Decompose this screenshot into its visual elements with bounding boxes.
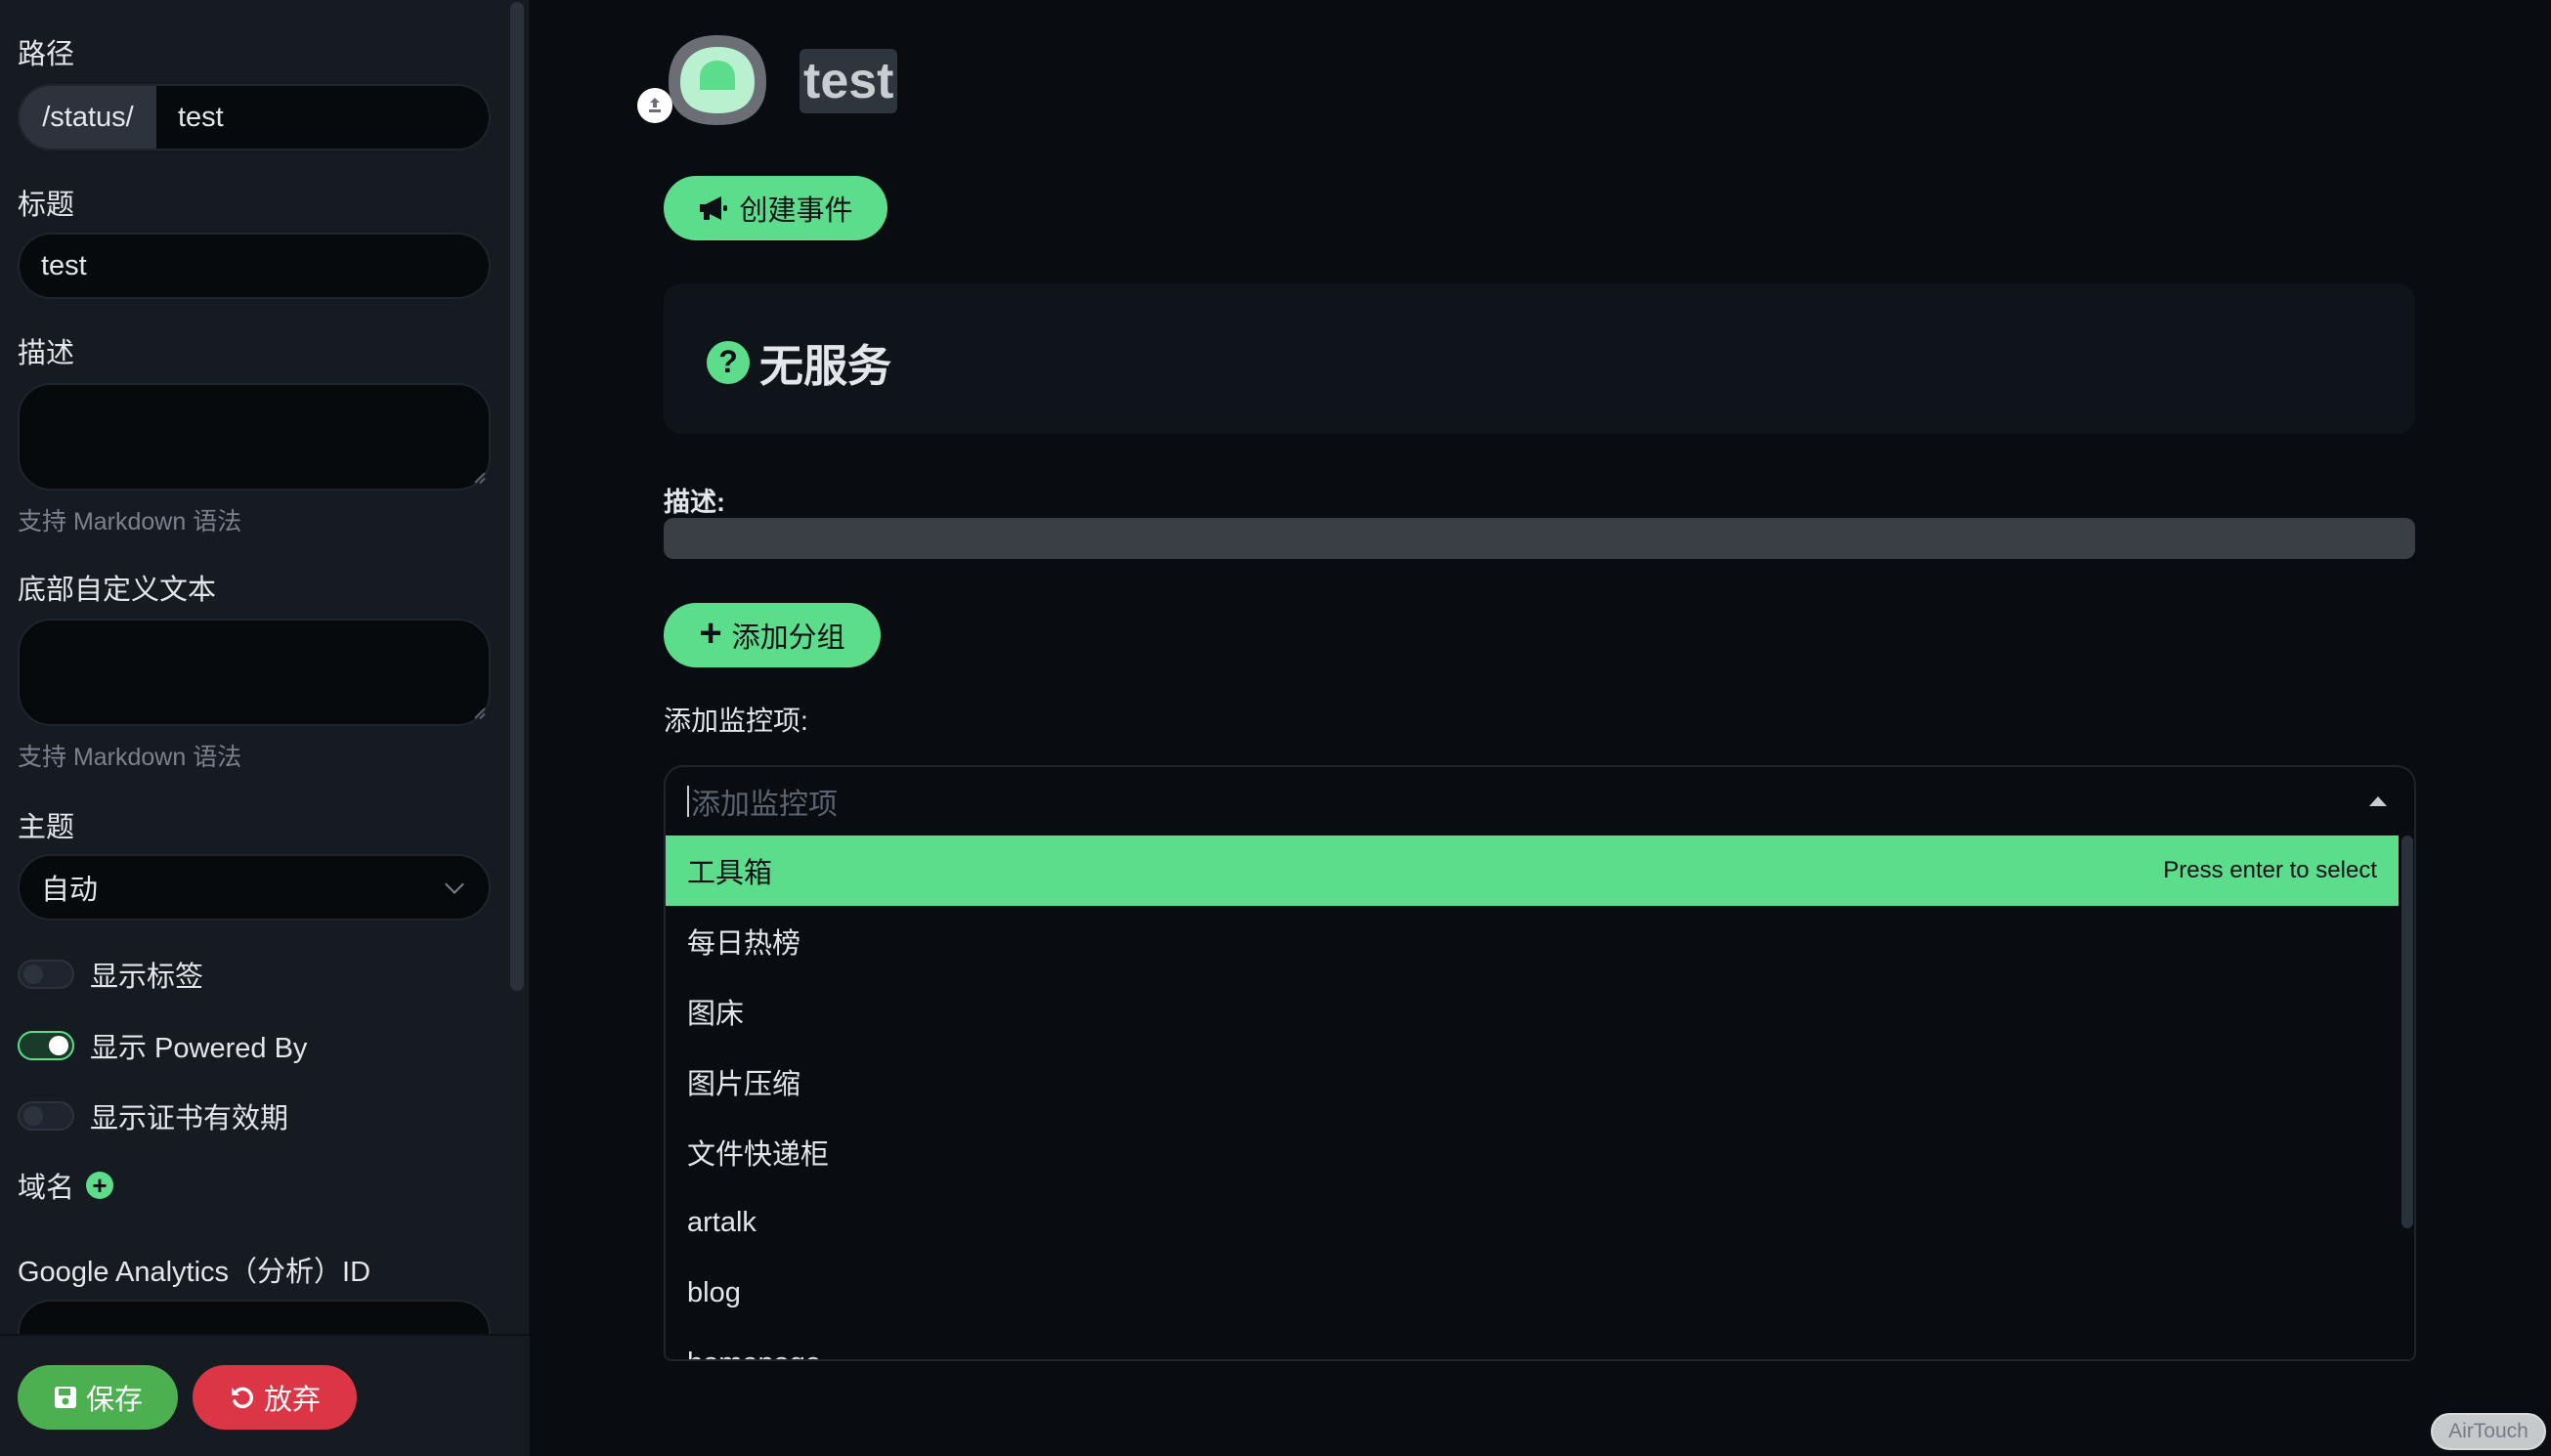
theme-select[interactable]: 自动 [18, 854, 491, 921]
monitor-option[interactable]: 图床 [666, 976, 2399, 1047]
monitor-option-label: 工具箱 [687, 858, 773, 889]
description-label: 描述 [18, 338, 75, 369]
theme-label: 主题 [18, 812, 75, 843]
show-cert-expiry-row: 显示证书有效期 [18, 1095, 288, 1136]
add-monitor-search-input[interactable]: 添加监控项 [666, 767, 2414, 835]
theme-select-value: 自动 [41, 875, 99, 906]
discard-button[interactable]: 放弃 [193, 1365, 357, 1430]
add-monitor-label: 添加监控项: [664, 706, 808, 736]
monitor-option-label: blog [687, 1276, 741, 1308]
monitor-option[interactable]: 每日热榜 [666, 906, 2399, 976]
resize-handle-icon[interactable] [471, 471, 485, 485]
show-cert-expiry-toggle[interactable] [18, 1101, 74, 1131]
save-button-label: 保存 [85, 1385, 143, 1416]
title-input[interactable]: test [18, 233, 491, 299]
path-input[interactable]: test [156, 86, 489, 149]
airtouch-badge[interactable]: AirTouch [2431, 1413, 2546, 1450]
monitor-option-label: homepage [687, 1348, 821, 1360]
footer-text-textarea[interactable] [18, 619, 491, 726]
show-powered-by-label: 显示 Powered By [90, 1033, 308, 1064]
monitor-option[interactable]: artalk [666, 1187, 2399, 1258]
show-tags-toggle[interactable] [18, 960, 74, 989]
chevron-down-icon [445, 875, 464, 894]
ga-input[interactable] [18, 1300, 491, 1334]
overall-status-text: 无服务 [759, 341, 892, 391]
monitor-option[interactable]: 图片压缩 [666, 1047, 2399, 1117]
add-domain-icon[interactable]: + [86, 1172, 114, 1199]
add-group-label: 添加分组 [731, 622, 845, 654]
description-heading: 描述: [664, 488, 725, 517]
status-page-logo[interactable] [667, 33, 768, 127]
title-label: 标题 [18, 190, 75, 221]
description-editable[interactable] [664, 518, 2415, 559]
upload-logo-icon[interactable] [637, 88, 672, 123]
megaphone-icon [700, 196, 728, 220]
plus-icon: + [699, 612, 722, 655]
monitor-option[interactable]: blog [666, 1258, 2399, 1328]
sidebar-footer: 保存 放弃 [0, 1334, 530, 1456]
overall-status: ? 无服务 [707, 330, 891, 394]
ga-label: Google Analytics（分析）ID [18, 1257, 371, 1288]
page-title[interactable]: test [800, 49, 898, 113]
footer-text-hint: 支持 Markdown 语法 [18, 744, 242, 771]
resize-handle-icon[interactable] [471, 707, 485, 720]
create-event-button[interactable]: 创建事件 [664, 176, 887, 240]
monitor-option-label: 文件快递柜 [687, 1139, 830, 1171]
add-monitor-placeholder: 添加监控项 [691, 789, 838, 821]
footer-text-label: 底部自定义文本 [18, 575, 217, 606]
monitor-option[interactable]: homepage [666, 1328, 2399, 1360]
description-textarea[interactable] [18, 383, 491, 491]
add-group-button[interactable]: + 添加分组 [664, 603, 881, 667]
monitor-option[interactable]: 文件快递柜 [666, 1117, 2399, 1187]
add-monitor-select[interactable]: 添加监控项 工具箱 Press enter to select 每日热榜 图床 … [664, 765, 2416, 1361]
description-hint: 支持 Markdown 语法 [18, 508, 242, 535]
show-powered-by-row: 显示 Powered By [18, 1025, 307, 1066]
monitor-option-label: artalk [687, 1206, 757, 1238]
overall-status-panel: ? 无服务 [664, 283, 2415, 434]
options-scrollbar[interactable] [2401, 835, 2413, 1228]
show-powered-by-toggle[interactable] [18, 1031, 74, 1060]
show-cert-expiry-label: 显示证书有效期 [90, 1103, 289, 1135]
domain-row: 域名 + [18, 1165, 114, 1206]
save-button[interactable]: 保存 [18, 1365, 178, 1430]
undo-icon [231, 1387, 253, 1409]
monitor-option-label: 每日热榜 [687, 928, 801, 960]
monitor-option-label: 图床 [687, 999, 745, 1030]
select-hint: Press enter to select [2163, 857, 2377, 883]
sidebar-scrollbar[interactable] [510, 2, 524, 991]
monitor-option-label: 图片压缩 [687, 1069, 801, 1100]
path-label: 路径 [18, 39, 75, 70]
discard-button-label: 放弃 [263, 1385, 321, 1416]
save-icon [54, 1387, 76, 1408]
path-prefix: /status/ [20, 86, 156, 149]
show-tags-row: 显示标签 [18, 954, 203, 995]
sidebar-settings: 路径 /status/ test 标题 test 描述 支持 Markdown … [0, 0, 530, 1334]
create-event-label: 创建事件 [739, 195, 853, 227]
path-input-group: /status/ test [18, 84, 491, 150]
question-circle-icon: ? [707, 340, 750, 384]
monitor-options-list: 工具箱 Press enter to select 每日热榜 图床 图片压缩 文… [666, 835, 2399, 1360]
monitor-option[interactable]: 工具箱 Press enter to select [666, 835, 2399, 906]
sidebar: 路径 /status/ test 标题 test 描述 支持 Markdown … [0, 0, 530, 1456]
text-cursor [687, 786, 689, 817]
show-tags-label: 显示标签 [90, 962, 204, 993]
caret-up-icon[interactable] [2369, 796, 2387, 806]
domain-label: 域名 [18, 1173, 75, 1204]
